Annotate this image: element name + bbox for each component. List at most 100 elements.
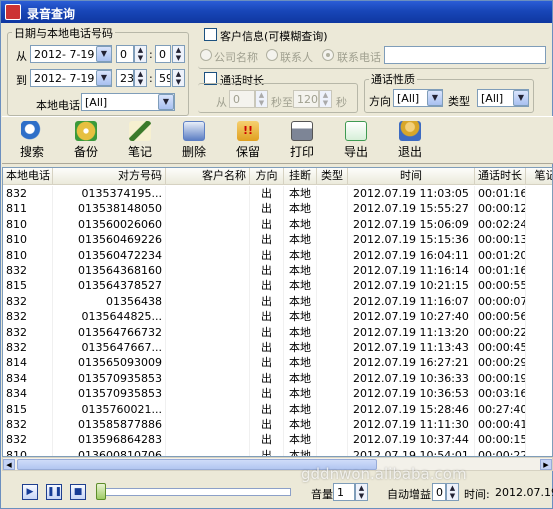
table-row[interactable]: 810 013560472234 出本地 2012.07.19 16:04:11 00:… [3, 247, 552, 263]
from-minute-field[interactable]: 0 [155, 45, 171, 63]
local-phone-cell: 832 [3, 417, 53, 433]
duration-from-field[interactable]: 0 [229, 90, 255, 108]
col-time-header[interactable]: 时间 [348, 168, 475, 185]
direction-dropdown-button[interactable]: ▼ [427, 90, 443, 106]
table-row[interactable]: 810 013600810706 出本地 2012.07.19 10:54:01 00:… [3, 447, 552, 456]
note-cell [526, 417, 552, 432]
to-hour-field[interactable]: 23 [116, 69, 134, 87]
duration-cell: 00:03:16 [475, 386, 526, 402]
table-row[interactable]: 832 01356438 出本地 2012.07.19 11:16:07 00:00:0… [3, 293, 552, 310]
exit-icon [399, 121, 421, 141]
exit-button[interactable]: 退出 [388, 121, 432, 163]
from-hour-spinner[interactable]: ▲ ▼ [134, 45, 147, 63]
contact-radio[interactable] [266, 49, 278, 61]
col-duration-header[interactable]: 通话时长 [475, 168, 526, 185]
peer-number-cell: 013565093009 [53, 355, 166, 371]
direction-cell: 出 [250, 293, 284, 310]
note-button[interactable]: 笔记 [118, 121, 162, 163]
type-dropdown-button[interactable]: ▼ [513, 90, 529, 106]
to-date-dropdown-button[interactable]: ▼ [96, 70, 112, 86]
table-row[interactable]: 810 013560026060 出本地 2012.07.19 15:06:09 00:… [3, 216, 552, 233]
table-row[interactable]: 810 013560469226 出本地 2012.07.19 15:15:36 00:… [3, 232, 552, 248]
customer-info-checkbox[interactable] [204, 28, 217, 41]
col-customer-name-header[interactable]: 客户名称 [166, 168, 250, 185]
playback-progress-track[interactable] [99, 488, 291, 496]
to-minute-spinner[interactable]: ▲ ▼ [172, 69, 185, 87]
table-row[interactable]: 832 013564766732 出本地 2012.07.19 11:13:20 00:… [3, 324, 552, 340]
direction-cell: 出 [250, 324, 284, 340]
col-direction-header[interactable]: 方向 [250, 168, 284, 185]
volume-field[interactable]: 1 [333, 483, 355, 501]
type-cell [317, 370, 348, 387]
direction-cell: 出 [250, 447, 284, 456]
table-row[interactable]: 814 013565093009 出本地 2012.07.19 16:27:21 00:… [3, 355, 552, 371]
colon-sep: : [149, 48, 153, 61]
direction-cell: 出 [250, 263, 284, 279]
table-row[interactable]: 815 0135760021... 出本地 2012.07.19 15:28:46 00… [3, 401, 552, 417]
backup-button[interactable]: 备份 [64, 121, 108, 163]
time-cell: 2012.07.19 11:13:20 [348, 324, 475, 340]
table-row[interactable]: 832 0135647667... 出本地 2012.07.19 11:13:43 00… [3, 340, 552, 356]
contact-phone-label: 联系电话 [337, 51, 381, 64]
from-date-dropdown-button[interactable]: ▼ [96, 46, 112, 62]
type-cell [317, 324, 348, 340]
direction-cell: 出 [250, 186, 284, 202]
hangup-cell: 本地 [284, 417, 317, 433]
peer-number-cell: 013570935853 [53, 386, 166, 402]
export-button[interactable]: 导出 [334, 121, 378, 163]
table-row[interactable]: 811 013538148050 出本地 2012.07.19 15:55:27 00:… [3, 201, 552, 217]
col-note-header[interactable]: 笔记 [526, 168, 553, 185]
customer-search-input[interactable] [384, 46, 546, 64]
type-cell [317, 417, 348, 433]
volume-value: 1 [337, 486, 344, 499]
table-row[interactable]: 834 013570935853 出本地 2012.07.19 10:36:53 00:… [3, 386, 552, 402]
to-hour-spinner[interactable]: ▲ ▼ [134, 69, 147, 87]
direction-cell: 出 [250, 201, 284, 217]
customer-name-cell [166, 324, 250, 340]
contact-phone-radio[interactable] [322, 49, 334, 61]
note-cell [526, 201, 552, 216]
auto-gain-field[interactable]: 0 [432, 483, 446, 501]
table-row[interactable]: 834 013570935853 出本地 2012.07.19 10:36:33 00:… [3, 370, 552, 387]
recording-query-window: 录音查询 日期与本地电话号码 从 2012- 7-19 ▼ 0 ▲ ▼ : 0 ▲… [0, 0, 553, 509]
table-row[interactable]: 815 013564378527 出本地 2012.07.19 10:21:15 00:… [3, 278, 552, 294]
auto-gain-spinner[interactable]: ▲ ▼ [446, 483, 459, 501]
print-button[interactable]: 打印 [280, 121, 324, 163]
sec-label: 秒 [336, 96, 347, 109]
col-type-header[interactable]: 类型 [317, 168, 348, 185]
direction-cell: 出 [250, 232, 284, 248]
delete-button[interactable]: 删除 [172, 121, 216, 163]
from-hour-field[interactable]: 0 [116, 45, 134, 63]
pause-button[interactable]: ❚❚ [46, 484, 62, 500]
table-row[interactable]: 832 013564368160 出本地 2012.07.19 11:16:14 00:… [3, 263, 552, 279]
search-button[interactable]: 搜索 [10, 121, 54, 163]
stop-button[interactable]: ■ [70, 484, 86, 500]
backup-disc-icon [75, 121, 97, 141]
col-peer-number-header[interactable]: 对方号码 [53, 168, 166, 185]
scroll-right-arrow[interactable]: ▶ [540, 459, 552, 470]
from-minute-spinner[interactable]: ▲ ▼ [172, 45, 185, 63]
duration-cell: 00:00:15 [475, 432, 526, 448]
col-local-phone-header[interactable]: 本地电话 [3, 168, 53, 185]
scroll-left-arrow[interactable]: ◀ [3, 459, 15, 470]
table-row[interactable]: 832 0135374195... 出本地 2012.07.19 11:03:05 00… [3, 186, 552, 202]
playback-progress-thumb[interactable] [96, 483, 106, 500]
local-phone-dropdown-button[interactable]: ▼ [158, 94, 174, 110]
type-cell [317, 186, 348, 202]
col-hangup-header[interactable]: 挂断 [284, 168, 317, 185]
horizontal-scrollbar[interactable]: ◀ ▶ [2, 457, 553, 471]
title-bar[interactable]: 录音查询 [1, 1, 552, 23]
volume-spinner[interactable]: ▲ ▼ [355, 483, 368, 501]
local-phone-cell: 832 [3, 263, 53, 279]
table-row[interactable]: 832 013585877886 出本地 2012.07.19 11:11:30 00:… [3, 417, 552, 433]
play-button[interactable]: ▶ [22, 484, 38, 500]
local-phone-cell: 811 [3, 201, 53, 217]
table-row[interactable]: 832 0135644825... 出本地 2012.07.19 10:27:40 00… [3, 309, 552, 325]
duration-from-spinner[interactable]: ▲ ▼ [255, 90, 268, 108]
to-minute-field[interactable]: 59 [155, 69, 171, 87]
keep-button[interactable]: !! 保留 [226, 121, 270, 163]
duration-to-spinner[interactable]: ▲ ▼ [319, 90, 332, 108]
table-row[interactable]: 832 013596864283 出本地 2012.07.19 10:37:44 00:… [3, 432, 552, 448]
company-name-radio[interactable] [200, 49, 212, 61]
duration-to-field[interactable]: 120 [293, 90, 319, 108]
